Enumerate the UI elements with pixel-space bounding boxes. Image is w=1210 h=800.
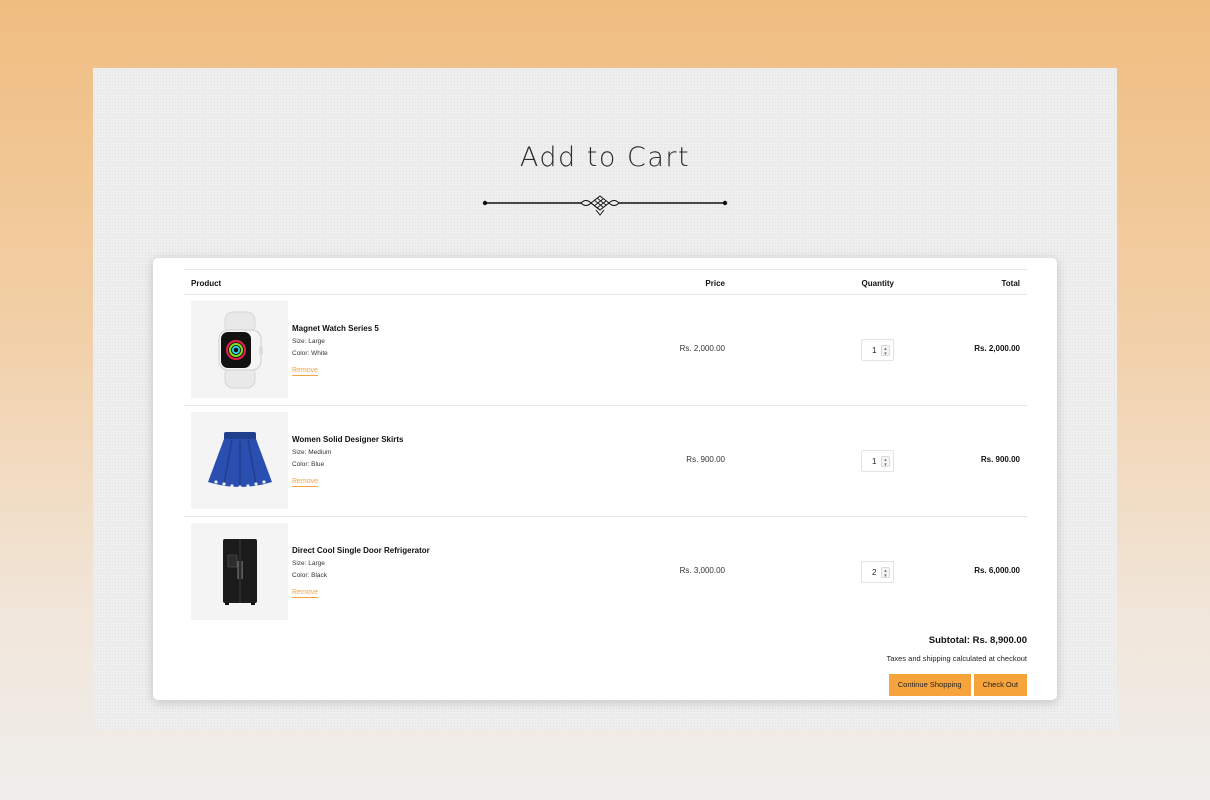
quantity-value[interactable]: 2 (872, 568, 876, 577)
refrigerator-image (222, 538, 257, 605)
unit-price: Rs. 900.00 (686, 455, 725, 464)
cart-card: Product Price Quantity Total Magnet Watc… (153, 258, 1057, 700)
product-thumbnail[interactable] (191, 412, 288, 509)
product-name[interactable]: Direct Cool Single Door Refrigerator (292, 546, 430, 555)
line-total: Rs. 6,000.00 (974, 566, 1020, 575)
product-color: Color: Black (292, 571, 328, 579)
product-size: Size: Medium (292, 449, 332, 456)
product-info: Direct Cool Single Door Refrigerator Siz… (292, 546, 430, 599)
subtotal: Subtotal: Rs. 8,900.00 (928, 635, 1027, 646)
taxes-note: Taxes and shipping calculated at checkou… (886, 654, 1027, 663)
cart-row: Magnet Watch Series 5 Size: Large Color:… (184, 295, 1027, 406)
quantity-stepper[interactable]: 1 ▲ ▼ (861, 450, 894, 472)
product-thumbnail[interactable] (191, 301, 288, 398)
quantity-value[interactable]: 1 (872, 346, 876, 355)
line-total: Rs. 2,000.00 (974, 344, 1020, 353)
product-color: Color: White (292, 349, 328, 357)
cart-actions: Continue Shopping Check Out (888, 674, 1027, 696)
product-thumbnail[interactable] (191, 523, 288, 620)
remove-link[interactable]: Remove (292, 477, 319, 487)
title-divider-ornament-icon (482, 195, 728, 216)
checkout-button[interactable]: Check Out (973, 674, 1027, 696)
quantity-stepper[interactable]: 2 ▲ ▼ (861, 561, 894, 583)
remove-link[interactable]: Remove (292, 366, 319, 376)
unit-price: Rs. 3,000.00 (679, 566, 725, 575)
cart-row: Direct Cool Single Door Refrigerator Siz… (184, 517, 1027, 628)
product-size: Size: Large (292, 338, 325, 345)
product-info: Women Solid Designer Skirts Size: Medium… (292, 435, 403, 488)
header-product: Product (191, 279, 222, 288)
continue-shopping-button[interactable]: Continue Shopping (888, 674, 971, 696)
page-panel: Add to Cart Product Price Quantity Total (93, 68, 1117, 730)
quantity-stepper[interactable]: 1 ▲ ▼ (861, 339, 894, 361)
product-name[interactable]: Magnet Watch Series 5 (292, 324, 379, 333)
cart-row: Women Solid Designer Skirts Size: Medium… (184, 406, 1027, 517)
unit-price: Rs. 2,000.00 (679, 344, 725, 353)
skirt-image (207, 431, 272, 489)
remove-link[interactable]: Remove (292, 588, 319, 598)
quantity-value[interactable]: 1 (872, 457, 876, 466)
product-size: Size: Large (292, 560, 325, 567)
smartwatch-image (218, 311, 263, 388)
spinner-arrows-icon[interactable]: ▲ ▼ (881, 456, 890, 467)
header-total: Total (1001, 279, 1020, 288)
cart-table-header: Product Price Quantity Total (184, 269, 1027, 295)
header-quantity: Quantity (861, 279, 894, 288)
cart-table: Product Price Quantity Total Magnet Watc… (184, 269, 1027, 628)
line-total: Rs. 900.00 (980, 455, 1020, 464)
spinner-arrows-icon[interactable]: ▲ ▼ (881, 567, 890, 578)
spinner-arrows-icon[interactable]: ▲ ▼ (881, 345, 890, 356)
page-title: Add to Cart (519, 142, 691, 173)
header-price: Price (705, 279, 725, 288)
product-name[interactable]: Women Solid Designer Skirts (292, 435, 403, 444)
product-info: Magnet Watch Series 5 Size: Large Color:… (292, 324, 379, 377)
product-color: Color: Blue (292, 460, 325, 468)
